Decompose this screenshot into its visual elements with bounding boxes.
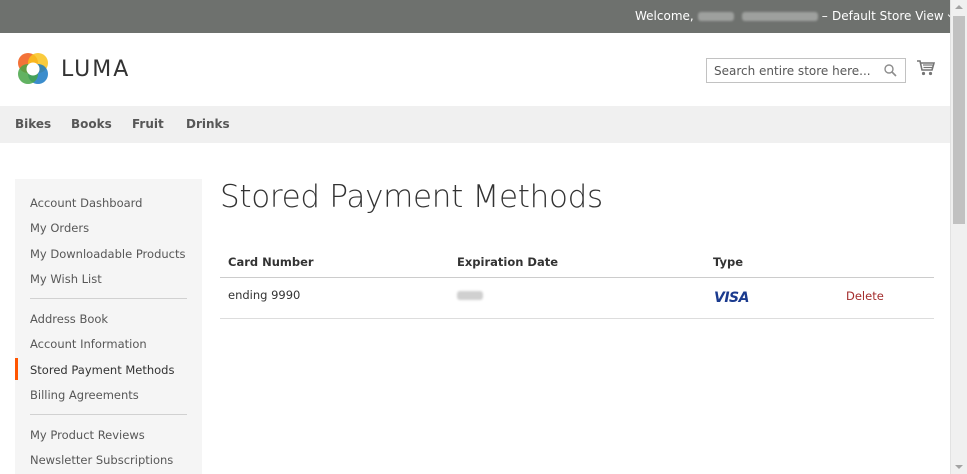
separator-dash: – [821, 9, 828, 23]
sidebar-item-my-orders[interactable]: My Orders [30, 221, 89, 235]
store-view-switcher[interactable]: Default Store View [832, 9, 950, 23]
column-header-type: Type [713, 255, 744, 269]
sidebar-item-billing-agreements[interactable]: Billing Agreements [30, 388, 139, 402]
search-input[interactable] [707, 59, 877, 82]
sidebar-item-product-reviews[interactable]: My Product Reviews [30, 428, 145, 442]
sidebar-item-address-book[interactable]: Address Book [30, 312, 108, 326]
nav-item-bikes[interactable]: Bikes [15, 117, 51, 131]
card-number-cell: ending 9990 [228, 288, 301, 302]
nav-item-books[interactable]: Books [71, 117, 112, 131]
vertical-scrollbar[interactable] [950, 0, 967, 474]
redacted-name [697, 11, 734, 21]
page: Welcome, – Default Store View LUMA Searc… [0, 0, 950, 474]
sidebar-item-wish-list[interactable]: My Wish List [30, 272, 102, 286]
redacted-expiration-date [457, 291, 483, 300]
page-title: Stored Payment Methods [220, 179, 603, 215]
sidebar-item-account-dashboard[interactable]: Account Dashboard [30, 196, 142, 210]
sidebar-divider [30, 414, 187, 415]
column-header-card-number: Card Number [228, 255, 314, 269]
sidebar-divider [30, 298, 187, 299]
search-box [706, 58, 906, 83]
row-divider [220, 318, 934, 319]
sidebar-item-newsletter-subscriptions[interactable]: Newsletter Subscriptions [30, 453, 173, 467]
header-divider [220, 277, 934, 278]
store-view-label: Default Store View [832, 9, 944, 23]
active-indicator [15, 358, 18, 380]
scroll-up-arrow-icon[interactable] [955, 5, 963, 9]
nav-item-fruit[interactable]: Fruit [132, 117, 164, 131]
store-logo[interactable]: LUMA [15, 51, 130, 87]
header: LUMA [0, 33, 950, 106]
column-header-expiration-date: Expiration Date [457, 255, 559, 269]
logo-text: LUMA [61, 56, 131, 82]
nav-item-drinks[interactable]: Drinks [186, 117, 230, 131]
scroll-down-arrow-icon[interactable] [955, 465, 963, 469]
sidebar-item-downloadable-products[interactable]: My Downloadable Products [30, 247, 185, 261]
visa-card-icon: VISA [714, 290, 749, 306]
scrollbar-thumb[interactable] [953, 16, 965, 224]
search-icon[interactable] [884, 64, 897, 77]
redacted-name [741, 11, 818, 21]
cart-icon[interactable] [917, 60, 935, 76]
welcome-label: Welcome, [635, 9, 694, 23]
sidebar-item-stored-payment-methods[interactable]: Stored Payment Methods [30, 363, 174, 377]
welcome-message: Welcome, – [635, 9, 828, 23]
sidebar-item-account-information[interactable]: Account Information [30, 337, 147, 351]
top-bar: Welcome, – Default Store View [0, 0, 950, 33]
account-sidebar: Account Dashboard My Orders My Downloada… [15, 179, 202, 474]
delete-payment-method-link[interactable]: Delete [846, 289, 884, 303]
main-navigation: Bikes Books Fruit Drinks [0, 106, 950, 143]
luma-logo-icon [18, 53, 48, 84]
